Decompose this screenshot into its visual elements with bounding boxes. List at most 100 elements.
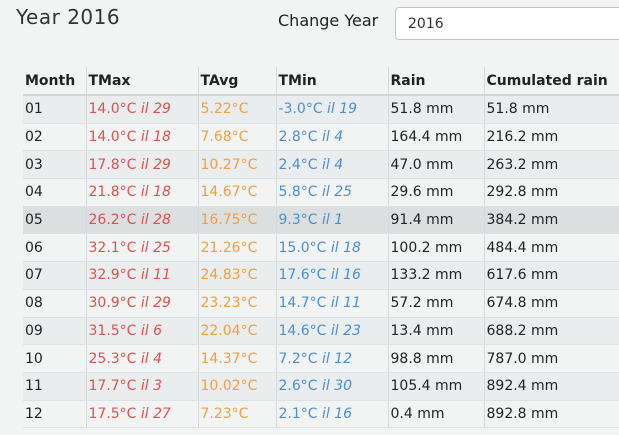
month-value: 05 [25, 212, 43, 229]
table-row: 07 32.9°C il 11 24.83°C 17.6°C il 16 133.2 m… [23, 261, 619, 290]
cumulated-rain-cell: 51.8 mm [484, 95, 619, 124]
table-row: 09 31.5°C il 6 22.04°C 14.6°C il 23 13.4 mm 6… [23, 317, 619, 346]
tavg-cell: 14.37°C [198, 344, 277, 373]
tavg-cell: 7.68°C [198, 123, 277, 152]
tmax-cell: 26.2°C il 28 [86, 206, 199, 235]
table-row: 11 17.7°C il 3 10.02°C 2.6°C il 30 105.4 mm 8… [23, 372, 619, 401]
cumulated-rain-cell: 787.0 mm [484, 344, 619, 373]
change-year-label: Change Year [278, 11, 379, 30]
tmax-cell: 32.1°C il 25 [86, 233, 199, 263]
rain-value: 164.4 mm [390, 129, 463, 146]
tavg-value: 14.67°C [200, 184, 258, 201]
tmin-value: 2.8°C [278, 129, 318, 146]
cumulated-rain-cell: 688.2 mm [484, 317, 619, 346]
table-row: 04 21.8°C il 18 14.67°C 5.8°C il 25 29.6 mm 2… [23, 178, 619, 207]
tavg-value: 7.23°C [200, 405, 249, 422]
tmax-day: il 6 [140, 322, 163, 339]
month-cell: 08 [23, 289, 87, 318]
rain-value: 0.4 mm [390, 405, 445, 422]
month-value: 04 [25, 184, 43, 201]
tavg-cell: 7.23°C [198, 400, 277, 429]
cumulated-rain-cell: 216.2 mm [484, 123, 619, 152]
rain-value: 105.4 mm [390, 378, 463, 395]
tmax-cell: 14.0°C il 29 [86, 95, 199, 124]
tmin-day: il 16 [330, 267, 361, 284]
cumulated-rain-value: 292.8 mm [486, 184, 559, 201]
year-input[interactable] [395, 7, 619, 40]
table-header: Month TMax TAvg TMin Rain Cumulated rain [23, 67, 619, 96]
cumulated-rain-value: 216.2 mm [486, 129, 559, 146]
tmax-day: il 29 [140, 156, 171, 173]
cumulated-rain-value: 263.2 mm [486, 156, 559, 173]
column-header-rain: Rain [388, 67, 485, 96]
tmin-cell: 2.6°C il 30 [276, 372, 389, 401]
tmin-day: il 16 [322, 405, 353, 422]
cumulated-rain-cell: 384.2 mm [484, 206, 619, 235]
rain-value: 133.2 mm [390, 267, 463, 284]
month-cell: 11 [23, 372, 87, 401]
cumulated-rain-value: 617.6 mm [486, 267, 559, 284]
column-header-tavg: TAvg [198, 67, 277, 96]
cumulated-rain-value: 674.8 mm [486, 295, 559, 312]
tmin-value: 7.2°C [278, 350, 318, 367]
rain-value: 51.8 mm [390, 101, 454, 118]
rain-cell: 57.2 mm [388, 289, 485, 318]
tmax-cell: 31.5°C il 6 [86, 317, 199, 346]
cumulated-rain-value: 688.2 mm [486, 322, 559, 339]
rain-value: 91.4 mm [390, 212, 454, 229]
cumulated-rain-cell: 892.8 mm [484, 400, 619, 429]
tmax-cell: 30.9°C il 29 [86, 289, 199, 318]
rain-cell: 133.2 mm [388, 261, 485, 290]
tmin-cell: 17.6°C il 16 [276, 261, 389, 290]
month-cell: 05 [23, 206, 87, 235]
rain-value: 57.2 mm [390, 295, 454, 312]
cumulated-rain-cell: 892.4 mm [484, 372, 619, 401]
tmin-value: 2.1°C [278, 405, 318, 422]
month-value: 10 [25, 350, 43, 367]
tavg-value: 10.27°C [200, 156, 258, 173]
rain-cell: 91.4 mm [388, 206, 485, 235]
cumulated-rain-value: 384.2 mm [486, 212, 559, 229]
tmin-cell: -3.0°C il 19 [276, 95, 389, 124]
month-cell: 12 [23, 400, 87, 429]
tavg-value: 16.75°C [200, 212, 258, 229]
cumulated-rain-value: 892.4 mm [486, 378, 559, 395]
tmin-day: il 4 [322, 156, 344, 173]
table-row: 05 26.2°C il 28 16.75°C 9.3°C il 1 91.4 mm 38… [23, 206, 619, 235]
month-cell: 04 [23, 178, 87, 207]
tmin-value: 14.7°C [278, 295, 327, 312]
rain-cell: 13.4 mm [388, 317, 485, 346]
tavg-cell: 23.23°C [198, 289, 277, 318]
month-value: 07 [25, 267, 43, 284]
month-value: 09 [25, 322, 43, 339]
cumulated-rain-value: 484.4 mm [486, 239, 559, 256]
tmin-day: il 19 [327, 101, 358, 118]
month-cell: 01 [23, 95, 87, 124]
column-header-tmax: TMax [86, 67, 199, 96]
tmax-cell: 17.5°C il 27 [86, 400, 199, 429]
rain-value: 29.6 mm [390, 184, 454, 201]
cumulated-rain-cell: 484.4 mm [484, 233, 619, 263]
rain-cell: 105.4 mm [388, 372, 485, 401]
rain-cell: 29.6 mm [388, 178, 485, 207]
tmin-day: il 11 [330, 295, 361, 312]
tavg-cell: 10.02°C [198, 372, 277, 401]
tmax-cell: 32.9°C il 11 [86, 261, 199, 290]
rain-cell: 98.8 mm [388, 344, 485, 373]
tmin-value: 15.0°C [278, 239, 327, 256]
tavg-value: 22.04°C [200, 322, 258, 339]
tavg-cell: 5.22°C [198, 95, 277, 124]
rain-value: 47.0 mm [390, 156, 454, 173]
tmax-value: 31.5°C [88, 322, 137, 339]
tmax-day: il 18 [140, 129, 171, 146]
rain-value: 13.4 mm [390, 322, 454, 339]
tavg-value: 23.23°C [200, 295, 258, 312]
tmax-value: 17.8°C [88, 156, 137, 173]
rain-cell: 51.8 mm [388, 95, 485, 124]
tmax-value: 21.8°C [88, 184, 137, 201]
month-value: 12 [25, 405, 43, 422]
tmin-day: il 18 [330, 239, 361, 256]
month-value: 11 [25, 378, 43, 395]
tavg-cell: 10.27°C [198, 150, 277, 180]
tmax-day: il 18 [140, 184, 171, 201]
